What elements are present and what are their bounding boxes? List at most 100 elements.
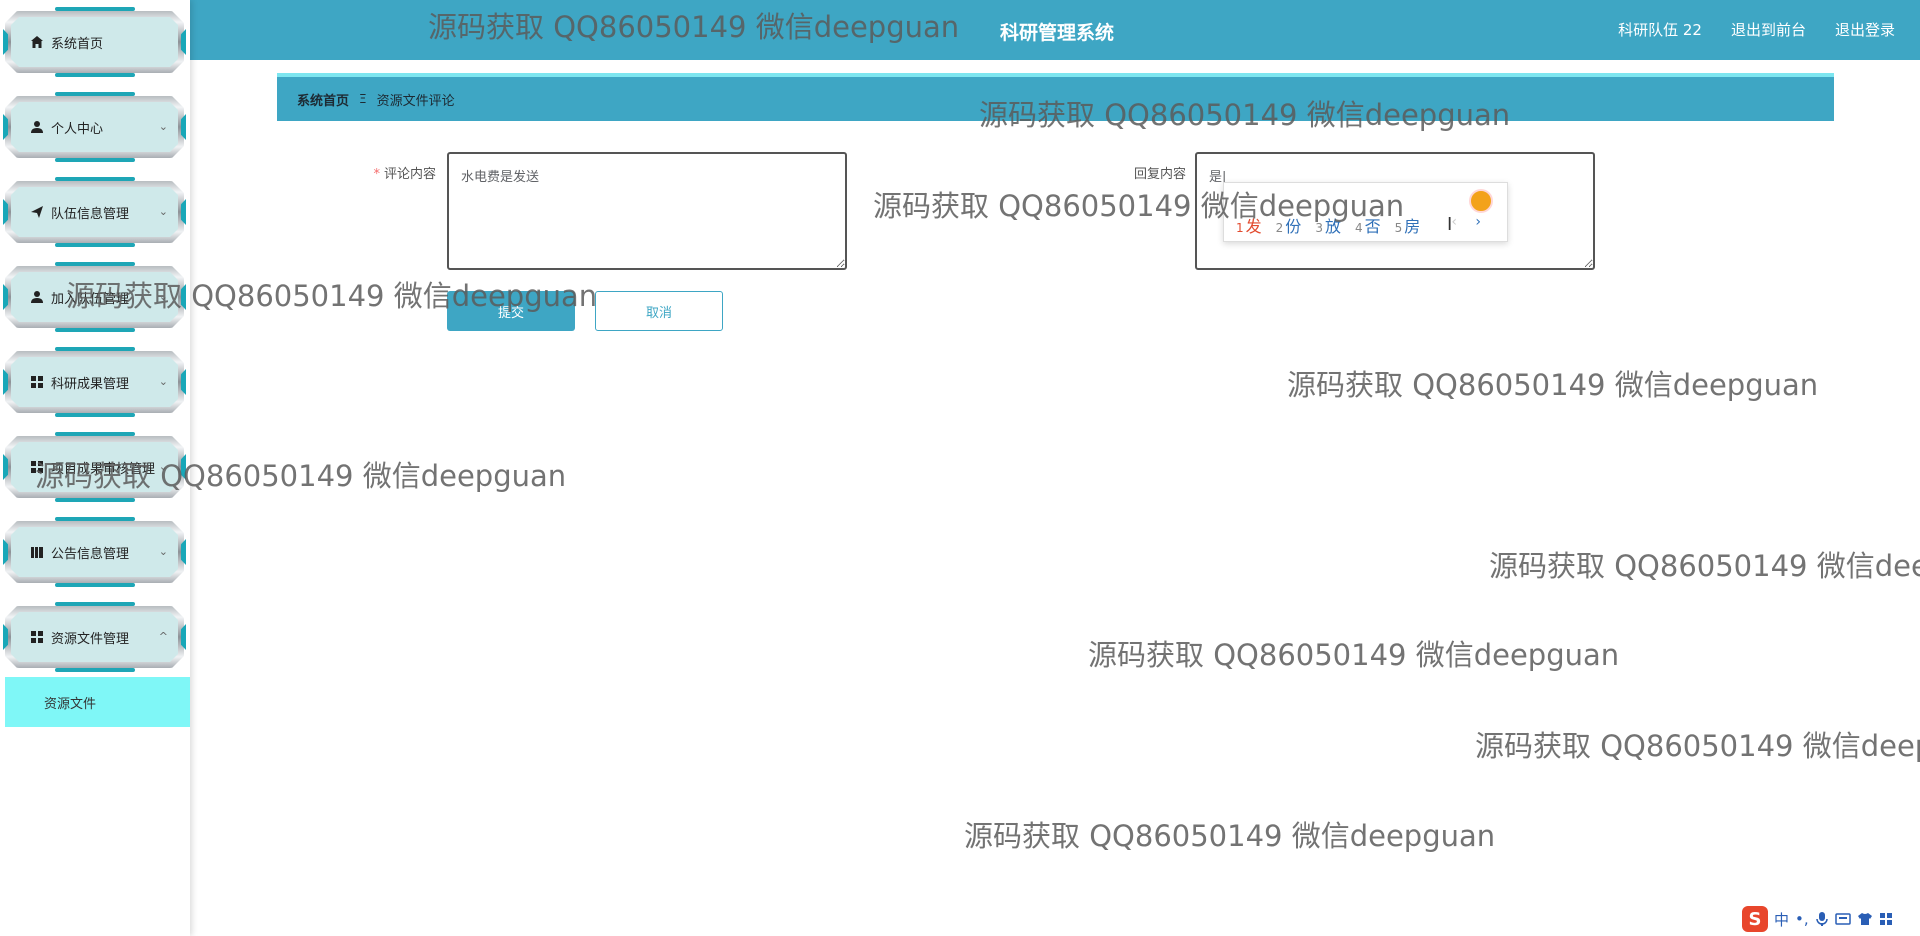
submit-button[interactable]: 提交 [447, 291, 575, 331]
ime-next-icon[interactable]: › [1475, 214, 1481, 230]
ime-candidate-number: 4 [1354, 221, 1363, 235]
sidebar-item[interactable]: 资源文件管理 ^ [3, 602, 186, 672]
chevron-icon: ⌄ [158, 460, 168, 473]
frame-accent [55, 347, 135, 351]
watermark: 源码获取 QQ86050149 微信deepguan [1475, 729, 1920, 763]
watermark: 源码获取 QQ86050149 微信deepguan [1287, 368, 1819, 402]
sogou-logo-icon[interactable]: S [1742, 906, 1768, 932]
submenu-label: 资源文件 [44, 697, 97, 712]
frame-accent [55, 413, 135, 417]
ime-candidate[interactable]: 2份 [1276, 213, 1302, 237]
sidebar-item-label: 队伍信息管理 [51, 206, 130, 222]
menu-content: 加入队伍管理 ⌄ [29, 286, 168, 308]
ime-candidate-text: 份 [1285, 217, 1302, 236]
chevron-icon: ⌄ [158, 205, 168, 218]
frame-accent [55, 158, 135, 162]
ime-punct-toggle[interactable]: •, [1795, 910, 1809, 928]
breadcrumb: 系统首页 Ξ 资源文件评论 [277, 73, 1834, 121]
user-icon [29, 119, 45, 135]
chevron-icon: ^ [158, 630, 168, 643]
ime-candidate-number: 5 [1394, 221, 1403, 235]
frame-accent [55, 92, 135, 96]
ime-candidate-number: 3 [1315, 221, 1323, 235]
menu-content: 队伍信息管理 ⌄ [29, 201, 168, 223]
frame-accent [55, 583, 135, 587]
ime-candidate-text: 否 [1364, 217, 1381, 236]
sidebar-item-label: 科研成果管理 [51, 376, 130, 392]
sidebar-item[interactable]: 队伍信息管理 ⌄ [3, 177, 186, 247]
sidebar: 系统首页 个人中心 ⌄ 队伍信息管理 ⌄ 加入队伍管理 ⌄ 科研成果管理 ⌄ 项目成果审核管理 ⌄ 公… [0, 0, 190, 936]
watermark: 源码获取 QQ86050149 微信deepguan [1088, 638, 1620, 672]
ime-lang-toggle[interactable]: 中 [1774, 909, 1789, 930]
user-icon [29, 289, 45, 305]
sidebar-item-label: 加入队伍管理 [51, 291, 130, 307]
menu-content: 公告信息管理 ⌄ [29, 541, 168, 563]
grid-icon [29, 459, 45, 475]
sidebar-item-label: 个人中心 [51, 121, 104, 137]
ime-candidate[interactable]: 5房 [1395, 213, 1421, 237]
grid-icon [29, 629, 45, 645]
sidebar-item-label: 公告信息管理 [51, 546, 130, 562]
menu-content: 项目成果审核管理 ⌄ [29, 456, 168, 478]
sidebar-item[interactable]: 加入队伍管理 ⌄ [3, 262, 186, 332]
app-title: 科研管理系统 [1000, 22, 1115, 44]
breadcrumb-home[interactable]: 系统首页 [297, 90, 349, 109]
ime-candidate-number: 2 [1275, 221, 1284, 235]
required-mark: * [373, 167, 380, 182]
book-icon [29, 544, 45, 560]
chevron-icon: ⌄ [158, 545, 168, 558]
ime-candidate[interactable]: 3放 [1315, 213, 1341, 237]
ime-candidate-text: 发 [1245, 217, 1262, 236]
logout-link[interactable]: 退出登录 [1835, 19, 1895, 40]
home-icon [29, 34, 45, 50]
ime-tray: S 中 •, [1742, 906, 1893, 932]
cancel-button[interactable]: 取消 [595, 291, 723, 331]
menu-content: 系统首页 [29, 31, 164, 53]
sidebar-item-label: 项目成果审核管理 [51, 461, 156, 477]
comment-textarea[interactable] [447, 152, 847, 270]
watermark: 源码获取 QQ86050149 微信deepguan [1489, 549, 1920, 583]
sidebar-item[interactable]: 个人中心 ⌄ [3, 92, 186, 162]
top-right-links: 科研队伍 22 退出到前台 退出登录 [1618, 19, 1895, 40]
user-name-link[interactable]: 科研队伍 22 [1618, 19, 1702, 40]
back-to-front-link[interactable]: 退出到前台 [1731, 19, 1806, 40]
comment-label-text: 评论内容 [383, 167, 436, 182]
frame-accent [55, 243, 135, 247]
frame-accent [55, 73, 135, 77]
send-icon [29, 204, 45, 220]
grid-icon [29, 374, 45, 390]
ime-candidate-text: 房 [1404, 217, 1421, 236]
chevron-icon: ⌄ [158, 375, 168, 388]
sidebar-item[interactable]: 公告信息管理 ⌄ [3, 517, 186, 587]
chevron-icon: ⌄ [158, 120, 168, 133]
ime-candidate[interactable]: 4否 [1355, 213, 1381, 237]
sidebar-item-label: 资源文件管理 [51, 631, 130, 647]
top-bar: 科研管理系统 科研队伍 22 退出到前台 退出登录 [190, 0, 1920, 60]
menu-content: 科研成果管理 ⌄ [29, 371, 168, 393]
frame-accent [55, 517, 135, 521]
shirt-icon[interactable] [1857, 912, 1873, 926]
frame-accent [55, 7, 135, 11]
menu-content: 个人中心 ⌄ [29, 116, 168, 138]
frame-accent [55, 602, 135, 606]
sidebar-item[interactable]: 系统首页 [3, 7, 186, 77]
frame-accent [55, 177, 135, 181]
frame-accent [55, 668, 135, 672]
ime-candidate-list: 1发2份3放4否5房 [1236, 213, 1420, 237]
ime-candidate[interactable]: 1发 [1236, 213, 1262, 237]
ime-candidate-number: 1 [1236, 221, 1244, 235]
menu-content: 资源文件管理 ^ [29, 626, 168, 648]
frame-accent [55, 328, 135, 332]
sidebar-item[interactable]: 科研成果管理 ⌄ [3, 347, 186, 417]
apps-icon[interactable] [1879, 912, 1893, 926]
sidebar-item[interactable]: 项目成果审核管理 ⌄ [3, 432, 186, 502]
sidebar-subitem-resource-files[interactable]: 资源文件 [5, 677, 190, 727]
ime-skin-icon[interactable] [1469, 189, 1493, 213]
mic-icon[interactable] [1815, 911, 1829, 927]
watermark: 源码获取 QQ86050149 微信deepguan [964, 819, 1496, 853]
breadcrumb-separator-icon: Ξ [359, 92, 367, 106]
chevron-icon: ⌄ [158, 290, 168, 303]
keyboard-icon[interactable] [1834, 912, 1851, 926]
reply-label: 回复内容 [1133, 167, 1186, 182]
sidebar-item-label: 系统首页 [51, 36, 104, 52]
